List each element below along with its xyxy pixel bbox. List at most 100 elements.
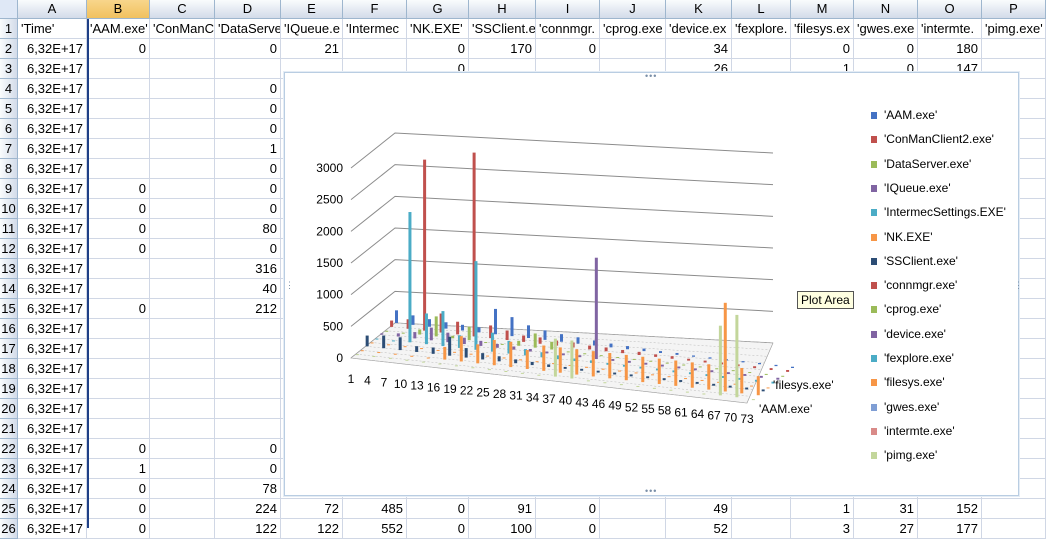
column-header-k[interactable]: K — [666, 0, 732, 19]
cell-n25[interactable]: 31 — [854, 499, 918, 519]
chart-resize-handle-top[interactable]: ••• — [645, 72, 657, 81]
cell-c20[interactable] — [150, 399, 215, 419]
cell-a21[interactable]: 6,32E+17 — [18, 419, 87, 439]
cell-o26[interactable]: 177 — [918, 519, 982, 539]
cell-a7[interactable]: 6,32E+17 — [18, 139, 87, 159]
cell-b10[interactable]: 0 — [87, 199, 150, 219]
cell-b7[interactable] — [87, 139, 150, 159]
cell-l2[interactable] — [732, 39, 791, 59]
cell-d17[interactable] — [215, 339, 281, 359]
cell-c22[interactable] — [150, 439, 215, 459]
cell-g25[interactable]: 0 — [407, 499, 469, 519]
cell-c7[interactable] — [150, 139, 215, 159]
cell-a26[interactable]: 6,32E+17 — [18, 519, 87, 539]
cell-a8[interactable]: 6,32E+17 — [18, 159, 87, 179]
cell-a14[interactable]: 6,32E+17 — [18, 279, 87, 299]
row-header-16[interactable]: 16 — [0, 319, 18, 339]
row-header-23[interactable]: 23 — [0, 459, 18, 479]
cell-c9[interactable] — [150, 179, 215, 199]
row-header-13[interactable]: 13 — [0, 259, 18, 279]
cell-p1[interactable]: 'pimg.exe' — [982, 19, 1046, 39]
cell-a5[interactable]: 6,32E+17 — [18, 99, 87, 119]
cell-b16[interactable] — [87, 319, 150, 339]
row-header-6[interactable]: 6 — [0, 119, 18, 139]
cell-c18[interactable] — [150, 359, 215, 379]
cell-d9[interactable]: 0 — [215, 179, 281, 199]
cell-c12[interactable] — [150, 239, 215, 259]
cell-k25[interactable]: 49 — [666, 499, 732, 519]
row-header-2[interactable]: 2 — [0, 39, 18, 59]
cell-b21[interactable] — [87, 419, 150, 439]
cell-d20[interactable] — [215, 399, 281, 419]
cell-m2[interactable]: 0 — [791, 39, 854, 59]
cell-b1[interactable]: 'AAM.exe' — [87, 19, 150, 39]
cell-d24[interactable]: 78 — [215, 479, 281, 499]
chart-resize-handle-left[interactable]: ⋮ — [285, 281, 294, 295]
cell-i2[interactable]: 0 — [536, 39, 600, 59]
cell-h2[interactable]: 170 — [469, 39, 536, 59]
column-header-i[interactable]: I — [536, 0, 600, 19]
row-header-24[interactable]: 24 — [0, 479, 18, 499]
cell-a19[interactable]: 6,32E+17 — [18, 379, 87, 399]
cell-b12[interactable]: 0 — [87, 239, 150, 259]
column-header-o[interactable]: O — [918, 0, 982, 19]
cell-c14[interactable] — [150, 279, 215, 299]
cell-j26[interactable] — [600, 519, 666, 539]
cell-f2[interactable] — [343, 39, 407, 59]
column-header-a[interactable]: A — [18, 0, 87, 19]
cell-c1[interactable]: 'ConManC — [150, 19, 215, 39]
cell-b26[interactable]: 0 — [87, 519, 150, 539]
cell-d8[interactable]: 0 — [215, 159, 281, 179]
cell-a15[interactable]: 6,32E+17 — [18, 299, 87, 319]
cell-c3[interactable] — [150, 59, 215, 79]
cell-b17[interactable] — [87, 339, 150, 359]
cell-d16[interactable] — [215, 319, 281, 339]
cell-a13[interactable]: 6,32E+17 — [18, 259, 87, 279]
cell-d12[interactable]: 0 — [215, 239, 281, 259]
cell-b24[interactable]: 0 — [87, 479, 150, 499]
cell-l25[interactable] — [732, 499, 791, 519]
cell-g1[interactable]: 'NK.EXE' — [407, 19, 469, 39]
cell-p2[interactable] — [982, 39, 1046, 59]
cell-d4[interactable]: 0 — [215, 79, 281, 99]
cell-c15[interactable] — [150, 299, 215, 319]
cell-i25[interactable]: 0 — [536, 499, 600, 519]
cell-b4[interactable] — [87, 79, 150, 99]
column-header-d[interactable]: D — [215, 0, 281, 19]
cell-d7[interactable]: 1 — [215, 139, 281, 159]
cell-b13[interactable] — [87, 259, 150, 279]
cell-e26[interactable]: 122 — [281, 519, 343, 539]
cell-c19[interactable] — [150, 379, 215, 399]
row-header-10[interactable]: 10 — [0, 199, 18, 219]
embedded-chart[interactable]: 3000 2500 2000 1500 1000 500 0 1 4 7 10 13 16 19 22 25 2… — [284, 72, 1023, 496]
cell-c13[interactable] — [150, 259, 215, 279]
cell-l26[interactable] — [732, 519, 791, 539]
cell-g26[interactable]: 0 — [407, 519, 469, 539]
row-header-3[interactable]: 3 — [0, 59, 18, 79]
cell-p26[interactable] — [982, 519, 1046, 539]
cell-c4[interactable] — [150, 79, 215, 99]
column-header-b[interactable]: B — [87, 0, 150, 19]
cell-j2[interactable] — [600, 39, 666, 59]
cell-d5[interactable]: 0 — [215, 99, 281, 119]
column-header-p[interactable]: P — [982, 0, 1046, 19]
cell-n26[interactable]: 27 — [854, 519, 918, 539]
cell-f25[interactable]: 485 — [343, 499, 407, 519]
cell-d25[interactable]: 224 — [215, 499, 281, 519]
cell-c25[interactable] — [150, 499, 215, 519]
cell-d22[interactable]: 0 — [215, 439, 281, 459]
cell-b15[interactable]: 0 — [87, 299, 150, 319]
cell-h25[interactable]: 91 — [469, 499, 536, 519]
cell-d18[interactable] — [215, 359, 281, 379]
cell-a12[interactable]: 6,32E+17 — [18, 239, 87, 259]
cell-c21[interactable] — [150, 419, 215, 439]
cell-c5[interactable] — [150, 99, 215, 119]
cell-d19[interactable] — [215, 379, 281, 399]
cell-b25[interactable]: 0 — [87, 499, 150, 519]
cell-c16[interactable] — [150, 319, 215, 339]
cell-o25[interactable]: 152 — [918, 499, 982, 519]
cell-d1[interactable]: 'DataServe — [215, 19, 281, 39]
cell-c6[interactable] — [150, 119, 215, 139]
cell-a24[interactable]: 6,32E+17 — [18, 479, 87, 499]
cell-a25[interactable]: 6,32E+17 — [18, 499, 87, 519]
